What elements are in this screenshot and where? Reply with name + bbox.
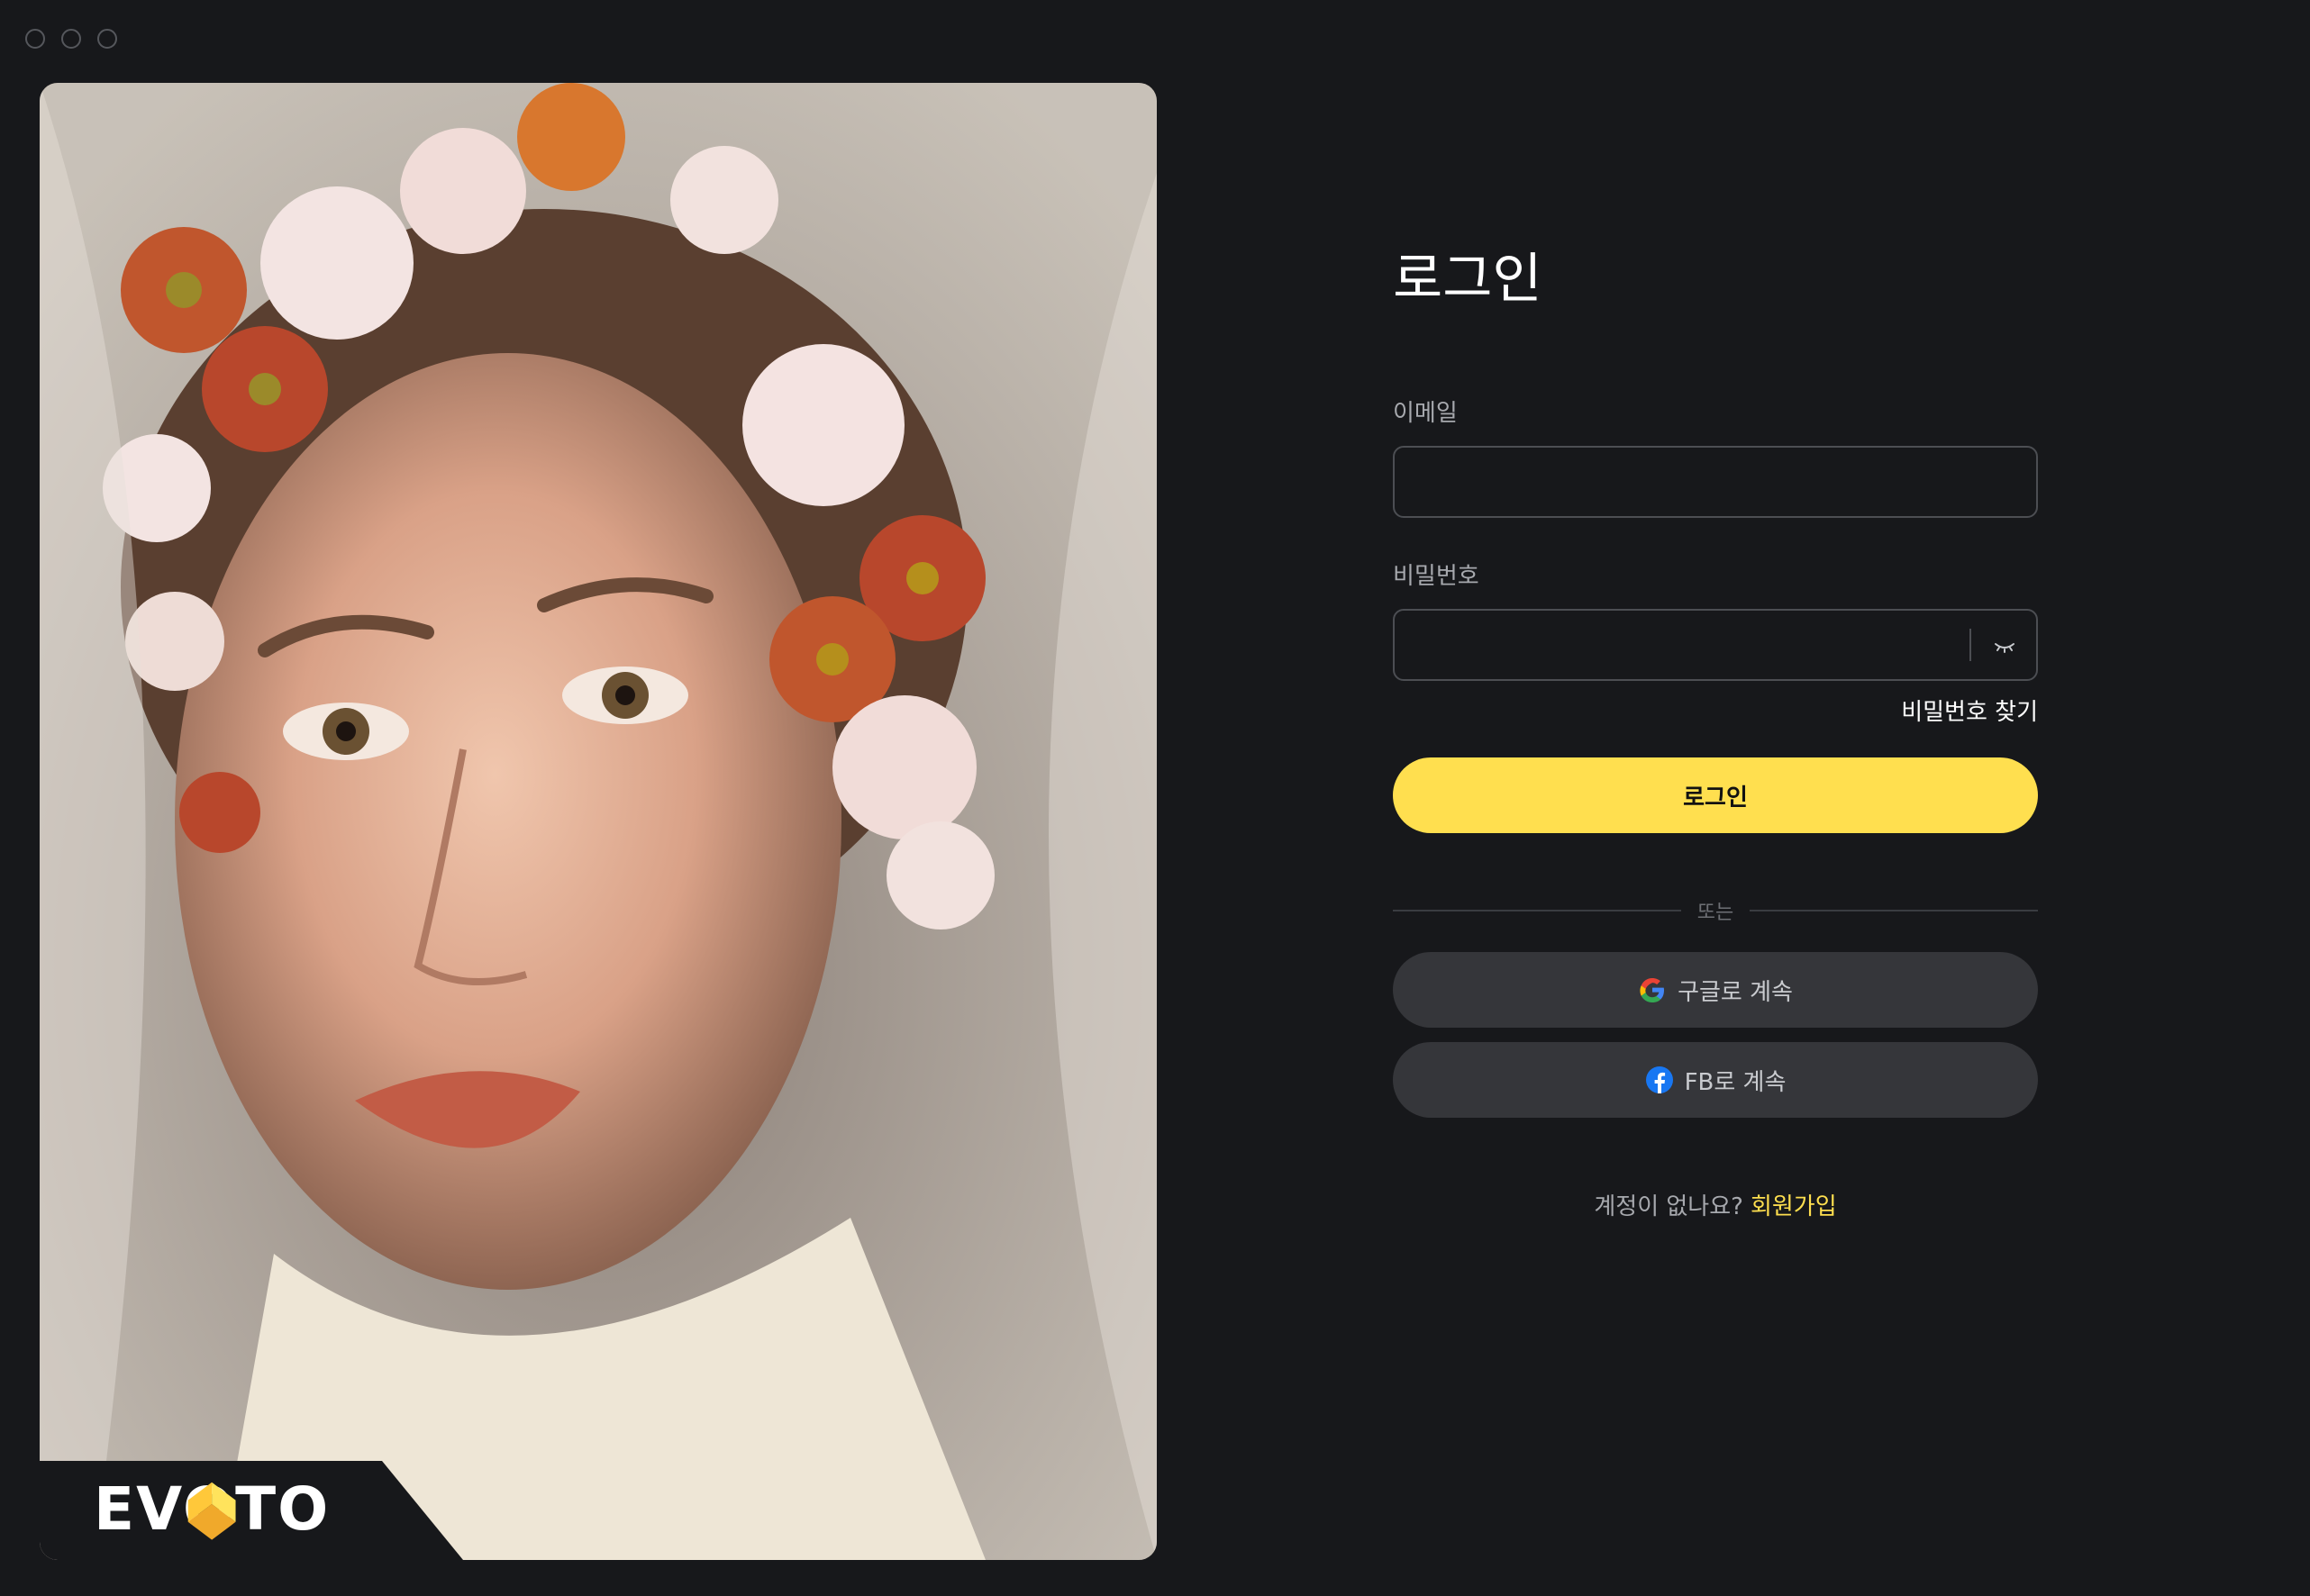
email-input[interactable] [1395, 448, 2036, 516]
evoto-logo-icon [187, 1482, 236, 1540]
password-label: 비밀번호 [1393, 563, 1479, 590]
password-field-wrapper [1393, 609, 2038, 681]
login-form: 로그인 이메일 비밀번호 비밀번호 찾기 로그인 또는 구글로 계속 FB로 계… [1393, 248, 2039, 1221]
no-account-text: 계정이 없나요? [1594, 1193, 1743, 1220]
facebook-login-button[interactable]: FB로 계속 [1393, 1042, 2038, 1118]
or-label: 또는 [1696, 902, 1734, 924]
close-window-button[interactable] [25, 29, 45, 49]
eye-closed-icon[interactable] [1993, 634, 2016, 657]
signup-prompt: 계정이 없나요? 회원가입 [1393, 1188, 2038, 1221]
app-window: EVOTO 로그인 이메일 비밀번호 비밀번호 찾기 로그인 또는 [0, 0, 2310, 1596]
facebook-icon [1645, 1066, 1673, 1093]
login-button[interactable]: 로그인 [1393, 757, 2038, 833]
divider-line-right [1750, 910, 2039, 911]
or-divider: 또는 [1393, 896, 2039, 925]
divider-line-left [1393, 910, 1681, 911]
evoto-logo: EVOTO [94, 1474, 330, 1544]
portrait-illustration [40, 83, 1157, 1560]
facebook-login-label: FB로 계속 [1684, 1068, 1787, 1096]
minimize-window-button[interactable] [61, 29, 81, 49]
google-login-label: 구글로 계속 [1678, 978, 1793, 1006]
google-icon [1640, 978, 1665, 1002]
window-controls [25, 29, 117, 49]
field-divider [1969, 629, 1971, 661]
forgot-password-link[interactable]: 비밀번호 찾기 [1393, 694, 2038, 727]
zoom-window-button[interactable] [97, 29, 117, 49]
email-label: 이메일 [1393, 400, 1458, 427]
google-login-button[interactable]: 구글로 계속 [1393, 952, 2038, 1028]
hero-photo: EVOTO [40, 83, 1157, 1560]
page-title: 로그인 [1393, 248, 1542, 311]
email-field-wrapper [1393, 446, 2038, 518]
signup-link[interactable]: 회원가입 [1751, 1193, 1837, 1220]
password-input[interactable] [1395, 611, 2036, 679]
